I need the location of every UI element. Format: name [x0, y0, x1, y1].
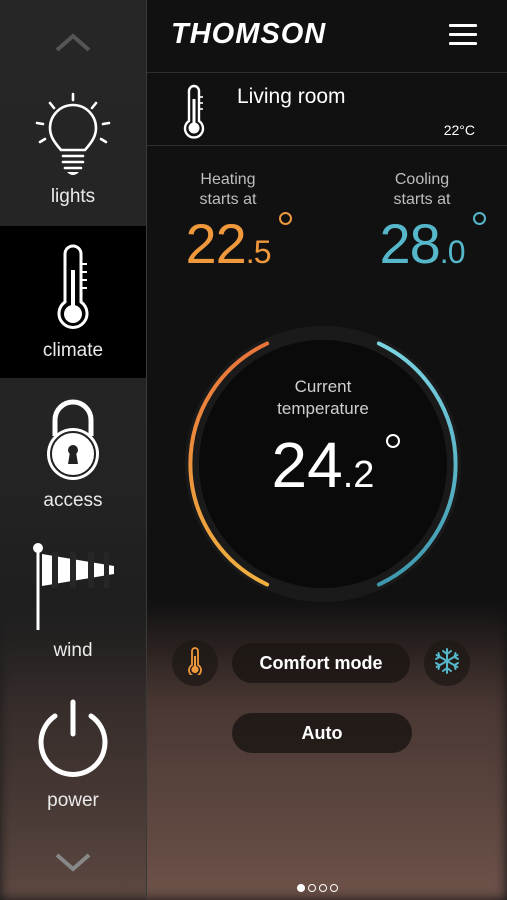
cool-mode-button[interactable] — [424, 640, 470, 686]
heat-mode-button[interactable] — [172, 640, 218, 686]
lightbulb-icon — [34, 92, 112, 178]
sidebar-item-label: climate — [42, 340, 104, 361]
windsock-icon — [28, 542, 118, 632]
heating-whole: 22 — [185, 212, 247, 275]
cooling-label-line1: Cooling — [394, 171, 450, 188]
sidebar-item-lights[interactable]: lights — [0, 72, 146, 224]
thermometer-icon — [53, 244, 93, 332]
page-dot[interactable] — [330, 884, 338, 892]
heating-label-line1: Heating — [200, 171, 256, 188]
category-sidebar: lights climate access wind power — [0, 0, 147, 900]
padlock-icon — [43, 396, 103, 482]
current-whole: 24 — [271, 429, 343, 501]
current-temperature-value: 24.2 — [147, 428, 499, 502]
sidebar-item-access[interactable]: access — [0, 376, 146, 528]
room-temperature: 22°C — [443, 122, 475, 138]
cooling-decimal: .0 — [439, 234, 466, 270]
room-name: Living room — [237, 85, 346, 108]
room-selector[interactable]: Living room 22°C — [147, 73, 507, 146]
climate-panel: THOMSON Living room 22°C Heating starts … — [147, 0, 507, 900]
sidebar-item-label: power — [47, 790, 99, 811]
heating-value: 22.5 — [185, 212, 293, 282]
current-label-line2: temperature — [277, 399, 369, 418]
current-value: 24.2 — [271, 428, 401, 502]
power-icon — [33, 698, 113, 782]
sidebar-item-label: access — [43, 490, 103, 511]
mode-controls: Comfort mode — [147, 640, 507, 688]
heating-label-line2: starts at — [199, 191, 257, 208]
sidebar-item-label: wind — [53, 640, 93, 661]
page-dot[interactable] — [308, 884, 316, 892]
auto-mode-button[interactable]: Auto — [232, 713, 412, 753]
page-indicator[interactable] — [297, 884, 338, 892]
heating-decimal: .5 — [245, 234, 272, 270]
app-header: THOMSON — [147, 0, 507, 73]
snowflake-icon — [433, 647, 461, 680]
degree-symbol — [473, 212, 487, 225]
degree-symbol — [386, 434, 401, 448]
chevron-down-icon[interactable] — [0, 842, 146, 882]
chevron-up-icon[interactable] — [0, 22, 146, 62]
cooling-label-line2: starts at — [393, 191, 451, 208]
thermometer-icon — [181, 83, 207, 144]
degree-symbol — [279, 212, 293, 225]
page-dot[interactable] — [319, 884, 327, 892]
page-dot-active[interactable] — [297, 884, 305, 892]
heating-setpoint[interactable]: Heating starts at 22.5 — [163, 170, 293, 282]
cooling-value: 28.0 — [379, 212, 487, 282]
cooling-setpoint[interactable]: Cooling starts at 28.0 — [357, 170, 487, 282]
current-decimal: .2 — [342, 454, 375, 496]
sidebar-item-label: lights — [50, 186, 96, 207]
current-temperature-label: Current temperature — [147, 376, 499, 420]
sidebar-item-power[interactable]: power — [0, 676, 146, 828]
brand-logo: THOMSON — [171, 18, 327, 50]
sidebar-item-wind[interactable]: wind — [0, 526, 146, 678]
current-label-line1: Current — [294, 377, 352, 396]
hamburger-menu-icon[interactable] — [449, 24, 477, 48]
thermometer-icon — [187, 646, 203, 680]
comfort-mode-button[interactable]: Comfort mode — [232, 643, 410, 683]
cooling-whole: 28 — [379, 212, 441, 275]
sidebar-item-climate[interactable]: climate — [0, 226, 146, 378]
